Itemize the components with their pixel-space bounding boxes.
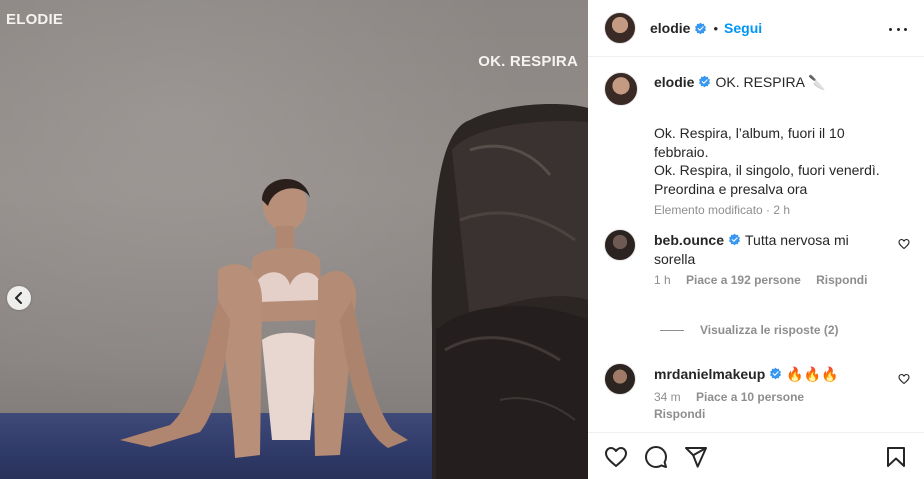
post-side-panel: elodie • Segui elodie OK. RESPIRA 🔪 Ok. … bbox=[588, 0, 924, 479]
like-button[interactable] bbox=[604, 445, 628, 469]
caption-line: febbraio. bbox=[654, 143, 709, 160]
commenter-avatar[interactable] bbox=[604, 229, 636, 261]
share-icon bbox=[685, 447, 707, 468]
comment-text-row: mrdanielmakeup 🔥🔥🔥 bbox=[654, 365, 884, 384]
view-replies-button[interactable]: Visualizza le risposte (2) bbox=[660, 323, 839, 337]
like-comment-heart-icon[interactable] bbox=[898, 373, 910, 385]
previous-slide-button[interactable] bbox=[7, 286, 31, 310]
author-avatar[interactable] bbox=[604, 12, 636, 44]
caption-meta: Elemento modificato · 2 h bbox=[654, 203, 791, 217]
caption-title: OK. RESPIRA 🔪 bbox=[715, 74, 826, 90]
caption-line: Preordina e presalva ora bbox=[654, 180, 808, 197]
caption-username[interactable]: elodie bbox=[654, 74, 694, 90]
photo-overlay-title: OK. RESPIRA bbox=[478, 53, 578, 70]
caption-body: Ok. Respira, l’album, fuori il 10 febbra… bbox=[654, 124, 904, 198]
comment-likes[interactable]: Piace a 10 persone bbox=[696, 390, 804, 404]
comment-time: 1 h bbox=[654, 273, 671, 287]
verified-badge-icon bbox=[770, 367, 782, 380]
comment-reply-button[interactable]: Rispondi bbox=[816, 273, 867, 287]
comment-reply-button[interactable]: Rispondi bbox=[654, 407, 705, 421]
view-replies-label: Visualizza le risposte (2) bbox=[700, 323, 839, 337]
more-options-icon[interactable] bbox=[889, 20, 907, 38]
caption-author-avatar[interactable] bbox=[604, 72, 638, 106]
commenter-username[interactable]: beb.ounce bbox=[654, 232, 724, 248]
header-separator: • bbox=[713, 20, 719, 36]
save-button[interactable] bbox=[884, 445, 908, 469]
comment-button[interactable] bbox=[644, 445, 668, 469]
comment-meta: 1 h Piace a 192 persone Rispondi bbox=[654, 273, 867, 287]
photo-overlay-artist: ELODIE bbox=[6, 11, 64, 28]
chevron-left-icon bbox=[15, 292, 22, 304]
verified-badge-icon bbox=[699, 75, 711, 88]
comment-text: 🔥🔥🔥 bbox=[786, 366, 839, 382]
heart-icon bbox=[605, 447, 627, 467]
share-button[interactable] bbox=[684, 445, 708, 469]
like-comment-heart-icon[interactable] bbox=[898, 238, 910, 250]
comment-time: 34 m bbox=[654, 390, 681, 404]
caption-line: Ok. Respira, l’album, fuori il 10 bbox=[654, 125, 845, 141]
verified-badge-icon bbox=[695, 22, 707, 34]
figure-graphic bbox=[120, 179, 408, 458]
comment-icon bbox=[645, 446, 667, 468]
post-photo[interactable]: ELODIE OK. RESPIRA bbox=[0, 0, 588, 479]
comment-meta: 34 m Piace a 10 persone bbox=[654, 390, 804, 404]
commenter-avatar[interactable] bbox=[604, 363, 636, 395]
verified-badge-icon bbox=[728, 233, 741, 246]
post-header: elodie • Segui bbox=[588, 0, 924, 57]
author-username[interactable]: elodie bbox=[650, 20, 690, 36]
photo-scene bbox=[120, 104, 588, 479]
comment-likes[interactable]: Piace a 192 persone bbox=[686, 273, 801, 287]
post-actions-bar bbox=[588, 432, 924, 479]
commenter-username[interactable]: mrdanielmakeup bbox=[654, 366, 765, 382]
comments-thread[interactable]: elodie OK. RESPIRA 🔪 Ok. Respira, l’albu… bbox=[588, 58, 924, 432]
view-replies-line bbox=[660, 329, 684, 331]
bookmark-icon bbox=[887, 447, 905, 467]
comment-meta-reply: Rispondi bbox=[654, 407, 705, 421]
comment-text-row: beb.ounce Tutta nervosa mi sorella bbox=[654, 231, 884, 268]
armchair-graphic bbox=[431, 104, 588, 479]
follow-button[interactable]: Segui bbox=[724, 20, 762, 36]
caption-line: Ok. Respira, il singolo, fuori venerdì. bbox=[654, 162, 880, 178]
